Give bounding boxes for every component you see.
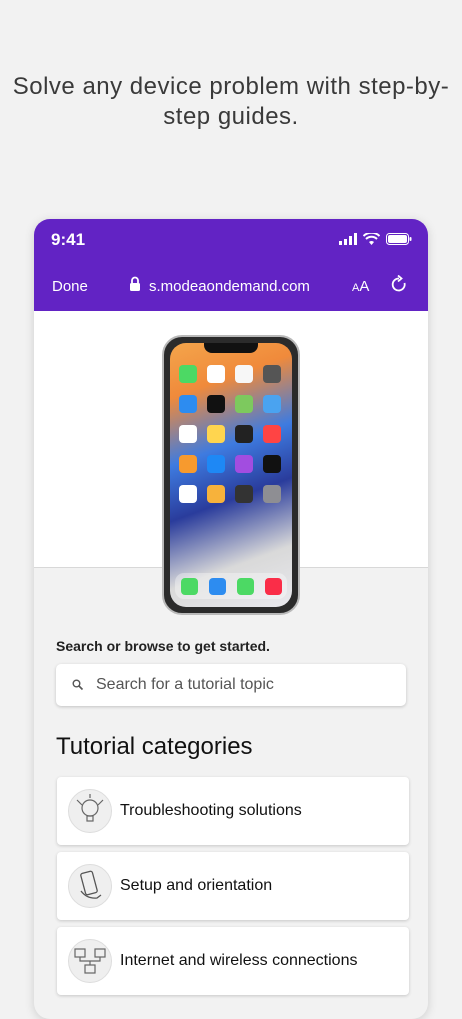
search-icon xyxy=(72,679,84,691)
app-icon xyxy=(179,395,197,413)
app-dock xyxy=(175,573,287,599)
reload-icon[interactable] xyxy=(390,275,408,295)
text-size-large-a: A xyxy=(359,278,370,295)
category-item-setup[interactable]: Setup and orientation xyxy=(57,852,409,920)
app-icon xyxy=(207,455,225,473)
url-bar[interactable]: Done s.modeaondemand.com AA xyxy=(34,275,428,301)
app-icon xyxy=(179,425,197,443)
category-item-internet[interactable]: Internet and wireless connections xyxy=(57,927,409,995)
category-label: Setup and orientation xyxy=(120,877,273,894)
app-icon xyxy=(264,577,282,595)
done-button[interactable]: Done xyxy=(52,278,88,295)
search-input[interactable] xyxy=(96,664,396,706)
app-icon xyxy=(235,425,253,443)
app-grid xyxy=(179,365,283,503)
network-devices-icon xyxy=(68,939,112,983)
app-icon xyxy=(207,365,225,383)
app-icon xyxy=(235,485,253,503)
browser-topbar: 9:41 Done s.modeaondemand.com AA xyxy=(34,219,428,311)
smartphone-screen xyxy=(170,343,292,607)
app-icon xyxy=(263,365,281,383)
app-icon xyxy=(207,485,225,503)
app-icon xyxy=(179,455,197,473)
search-prompt: Search or browse to get started. xyxy=(56,638,270,654)
cellular-signal-icon xyxy=(339,233,357,245)
category-label: Troubleshooting solutions xyxy=(120,802,302,819)
hand-phone-icon xyxy=(68,864,112,908)
app-icon xyxy=(263,455,281,473)
app-icon xyxy=(207,395,225,413)
search-box[interactable] xyxy=(56,664,406,706)
app-icon xyxy=(180,577,198,595)
smartphone-image xyxy=(162,335,300,615)
phone-notch xyxy=(204,343,258,353)
app-icon xyxy=(263,425,281,443)
app-icon xyxy=(235,395,253,413)
status-time: 9:41 xyxy=(51,230,86,249)
app-icon xyxy=(263,485,281,503)
app-icon xyxy=(207,425,225,443)
app-icon xyxy=(263,395,281,413)
headline: Solve any device problem with step-by-st… xyxy=(12,73,450,130)
section-title: Tutorial categories xyxy=(56,733,253,760)
wifi-icon xyxy=(363,233,380,245)
app-icon xyxy=(179,365,197,383)
app-icon xyxy=(208,577,226,595)
category-list: Troubleshooting solutions Setup and orie… xyxy=(57,777,409,1002)
app-icon xyxy=(179,485,197,503)
category-label: Internet and wireless connections xyxy=(120,952,358,969)
browser-window: 9:41 Done s.modeaondemand.com AA Search … xyxy=(34,219,428,1019)
text-size-button[interactable]: AA xyxy=(352,278,369,295)
troubleshooting-icon xyxy=(68,789,112,833)
app-icon xyxy=(235,365,253,383)
lock-icon xyxy=(130,276,140,291)
url-text[interactable]: s.modeaondemand.com xyxy=(149,278,310,295)
battery-icon xyxy=(386,233,412,245)
app-icon xyxy=(235,455,253,473)
app-icon xyxy=(236,577,254,595)
category-item-troubleshooting[interactable]: Troubleshooting solutions xyxy=(57,777,409,845)
status-icons xyxy=(339,233,412,245)
